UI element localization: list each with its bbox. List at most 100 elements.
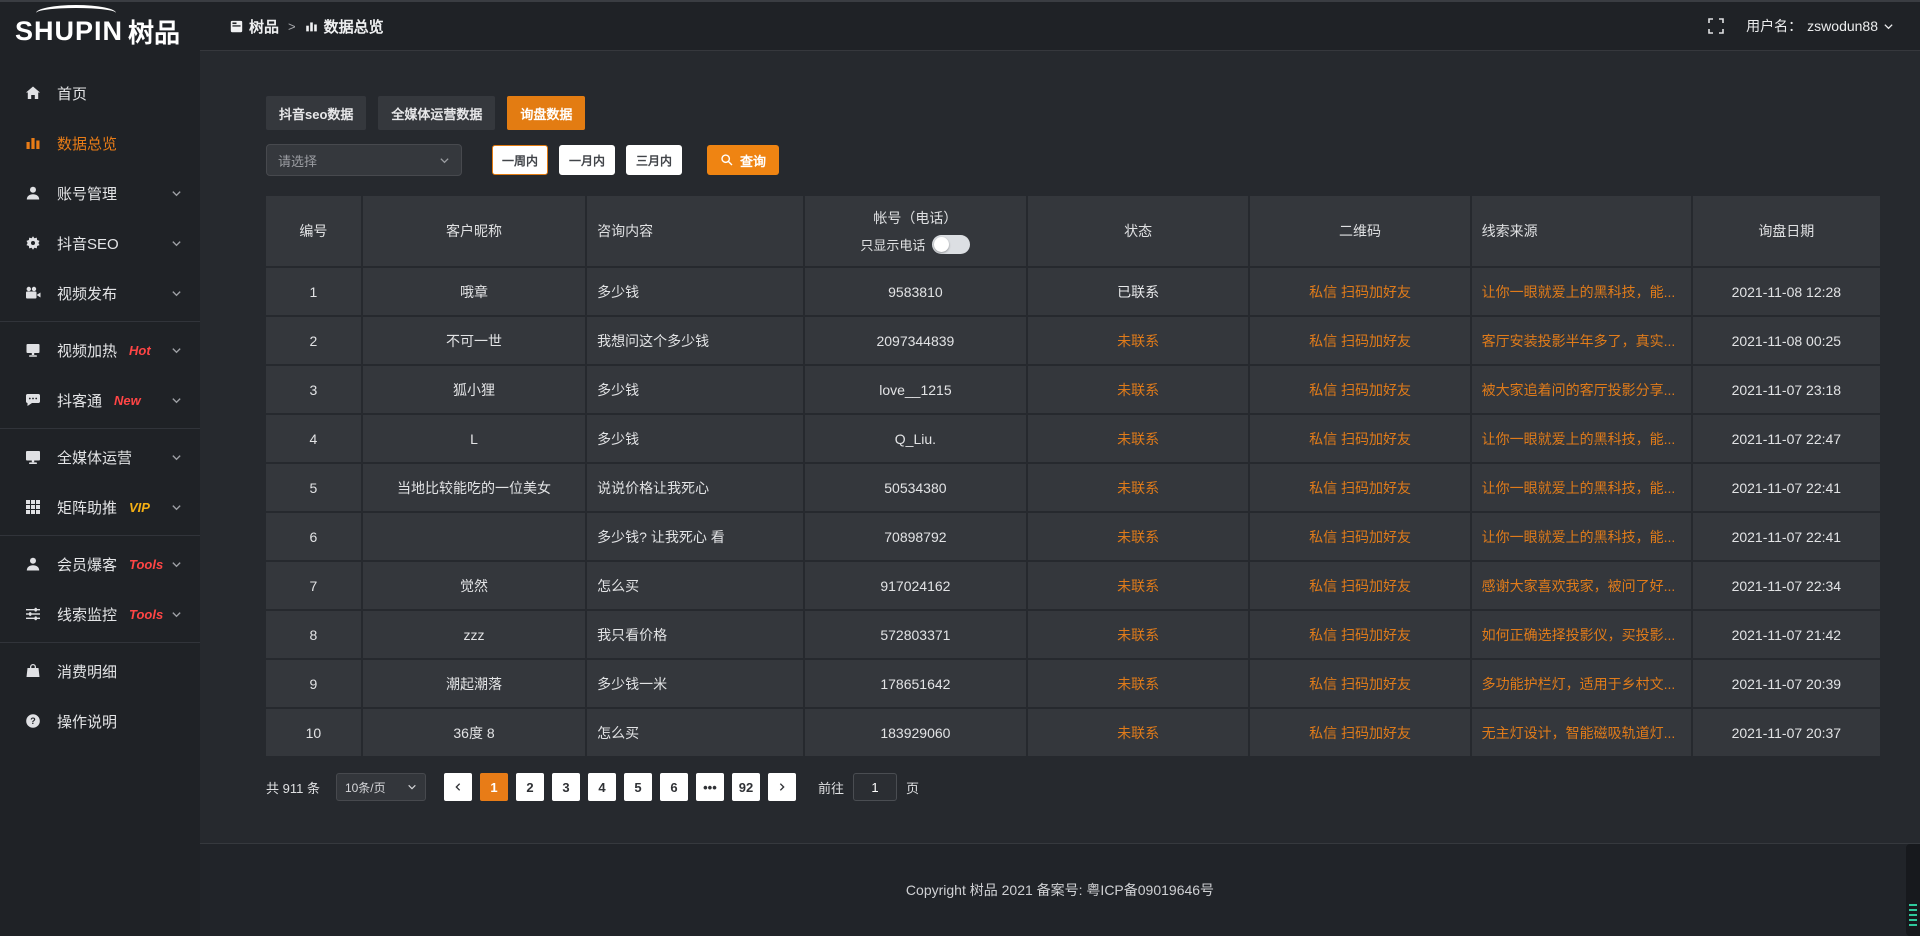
phone-only-toggle[interactable] — [932, 235, 970, 254]
cell-qrcode-link[interactable]: 私信 扫码加好友 — [1250, 317, 1471, 366]
page-size-select[interactable]: 10条/页 — [336, 773, 426, 801]
sidebar-item-douketong[interactable]: 抖客通 New — [0, 375, 200, 425]
chevron-down-icon — [171, 452, 182, 463]
range-button-quarter[interactable]: 三月内 — [626, 145, 682, 175]
cell-account: 2097344839 — [805, 317, 1028, 366]
sidebar-menu: 首页 数据总览 账号管理 抖音SEO 视频发布 视频加热 Hot — [0, 60, 200, 746]
username: zswodun88 — [1807, 18, 1878, 34]
vip-badge: VIP — [129, 500, 150, 515]
page-button-4[interactable]: 4 — [588, 773, 616, 801]
cell-date: 2021-11-07 22:47 — [1693, 415, 1880, 464]
sidebar-item-omni-media[interactable]: 全媒体运营 — [0, 432, 200, 482]
page-button-2[interactable]: 2 — [516, 773, 544, 801]
table-row: 1 哦章 多少钱 9583810 已联系 私信 扫码加好友 让你一眼就爱上的黑科… — [266, 268, 1880, 317]
cell-source-link[interactable]: 感谢大家喜欢我家，被问了好... — [1472, 562, 1693, 611]
range-button-week[interactable]: 一周内 — [492, 145, 548, 175]
menu-divider — [0, 535, 200, 536]
sidebar-item-member-burst[interactable]: 会员爆客 Tools — [0, 539, 200, 589]
goto-page-input[interactable] — [853, 773, 897, 801]
sidebar-item-home[interactable]: 首页 — [0, 68, 200, 118]
cell-nickname: 狐小狸 — [363, 366, 587, 415]
cell-source-link[interactable]: 让你一眼就爱上的黑科技，能... — [1472, 268, 1693, 317]
cell-date: 2021-11-07 22:34 — [1693, 562, 1880, 611]
prev-page-button[interactable] — [444, 773, 472, 801]
account-select[interactable]: 请选择 — [266, 144, 462, 176]
cell-qrcode-link[interactable]: 私信 扫码加好友 — [1250, 268, 1471, 317]
sidebar-item-account-management[interactable]: 账号管理 — [0, 168, 200, 218]
table-row: 10 36度 8 怎么买 183929060 未联系 私信 扫码加好友 无主灯设… — [266, 709, 1880, 758]
sidebar-item-label: 首页 — [57, 83, 87, 104]
table-row: 4 L 多少钱 Q_Liu. 未联系 私信 扫码加好友 让你一眼就爱上的黑科技，… — [266, 415, 1880, 464]
cell-qrcode-link[interactable]: 私信 扫码加好友 — [1250, 415, 1471, 464]
sliders-icon — [25, 606, 43, 622]
search-button[interactable]: 查询 — [707, 145, 779, 175]
cell-qrcode-link[interactable]: 私信 扫码加好友 — [1250, 562, 1471, 611]
page-button-5[interactable]: 5 — [624, 773, 652, 801]
cell-id: 6 — [266, 513, 363, 562]
cell-source-link[interactable]: 客厅安装投影半年多了，真实... — [1472, 317, 1693, 366]
tv-icon — [25, 342, 43, 358]
search-button-label: 查询 — [740, 151, 766, 170]
breadcrumb-root[interactable]: 树品 — [230, 16, 279, 37]
tab-douyin-seo-data[interactable]: 抖音seo数据 — [266, 96, 366, 130]
tools-badge: Tools — [129, 557, 163, 572]
floating-widget[interactable] — [1906, 844, 1920, 936]
cell-qrcode-link[interactable]: 私信 扫码加好友 — [1250, 513, 1471, 562]
sidebar-item-instructions[interactable]: ? 操作说明 — [0, 696, 200, 746]
cell-id: 7 — [266, 562, 363, 611]
page-list: 123456 ••• 92 — [480, 773, 768, 801]
page-button-92[interactable]: 92 — [732, 773, 760, 801]
next-page-button[interactable] — [768, 773, 796, 801]
page-button-1[interactable]: 1 — [480, 773, 508, 801]
cell-nickname: 哦章 — [363, 268, 587, 317]
cell-source-link[interactable]: 让你一眼就爱上的黑科技，能... — [1472, 464, 1693, 513]
user-menu[interactable]: 用户名： zswodun88 — [1746, 16, 1894, 36]
range-button-month[interactable]: 一月内 — [559, 145, 615, 175]
cell-content: 说说价格让我死心 — [587, 464, 805, 513]
widget-dash — [1909, 924, 1917, 926]
sidebar-item-video-publish[interactable]: 视频发布 — [0, 268, 200, 318]
cell-source-link[interactable]: 被大家追着问的客厅投影分享... — [1472, 366, 1693, 415]
cell-source-link[interactable]: 让你一眼就爱上的黑科技，能... — [1472, 513, 1693, 562]
page-button-6[interactable]: 6 — [660, 773, 688, 801]
sidebar: SHUPIN 树品 首页 数据总览 账号管理 抖音SEO 视频发布 — [0, 2, 200, 936]
goto-page: 前往 页 — [818, 773, 919, 801]
cell-status: 未联系 — [1028, 366, 1251, 415]
cell-account: 917024162 — [805, 562, 1028, 611]
sidebar-item-video-heat[interactable]: 视频加热 Hot — [0, 325, 200, 375]
cell-source-link[interactable]: 多功能护栏灯，适用于乡村文... — [1472, 660, 1693, 709]
question-icon: ? — [25, 713, 43, 729]
page-ellipsis[interactable]: ••• — [696, 773, 724, 801]
fullscreen-icon[interactable] — [1708, 18, 1724, 34]
chevron-down-icon — [171, 188, 182, 199]
sidebar-item-consumption-details[interactable]: 消费明细 — [0, 646, 200, 696]
tab-omni-media-data[interactable]: 全媒体运营数据 — [378, 96, 495, 130]
cell-qrcode-link[interactable]: 私信 扫码加好友 — [1250, 366, 1471, 415]
sidebar-item-label: 消费明细 — [57, 661, 117, 682]
breadcrumb-current[interactable]: 数据总览 — [305, 16, 384, 37]
chevron-down-icon — [171, 238, 182, 249]
cell-date: 2021-11-08 12:28 — [1693, 268, 1880, 317]
chevron-down-icon — [171, 502, 182, 513]
page-button-3[interactable]: 3 — [552, 773, 580, 801]
tab-inquiry-data[interactable]: 询盘数据 — [507, 96, 585, 130]
sidebar-item-matrix-boost[interactable]: 矩阵助推 VIP — [0, 482, 200, 532]
column-header-content: 咨询内容 — [587, 196, 805, 268]
sidebar-item-data-overview[interactable]: 数据总览 — [0, 118, 200, 168]
sidebar-item-douyin-seo[interactable]: 抖音SEO — [0, 218, 200, 268]
cell-qrcode-link[interactable]: 私信 扫码加好友 — [1250, 709, 1471, 758]
cell-qrcode-link[interactable]: 私信 扫码加好友 — [1250, 611, 1471, 660]
cell-content: 怎么买 — [587, 709, 805, 758]
cell-source-link[interactable]: 如何正确选择投影仪，买投影... — [1472, 611, 1693, 660]
cell-qrcode-link[interactable]: 私信 扫码加好友 — [1250, 464, 1471, 513]
goto-label: 前往 — [818, 778, 844, 797]
cell-status: 未联系 — [1028, 513, 1251, 562]
cell-source-link[interactable]: 无主灯设计，智能磁吸轨道灯... — [1472, 709, 1693, 758]
cell-source-link[interactable]: 让你一眼就爱上的黑科技，能... — [1472, 415, 1693, 464]
sidebar-item-lead-monitor[interactable]: 线索监控 Tools — [0, 589, 200, 639]
cell-content: 多少钱? 让我死心 看 — [587, 513, 805, 562]
cell-qrcode-link[interactable]: 私信 扫码加好友 — [1250, 660, 1471, 709]
chevron-down-icon — [171, 395, 182, 406]
sidebar-item-label: 矩阵助推 — [57, 497, 117, 518]
logo-arc-decoration — [36, 5, 116, 21]
